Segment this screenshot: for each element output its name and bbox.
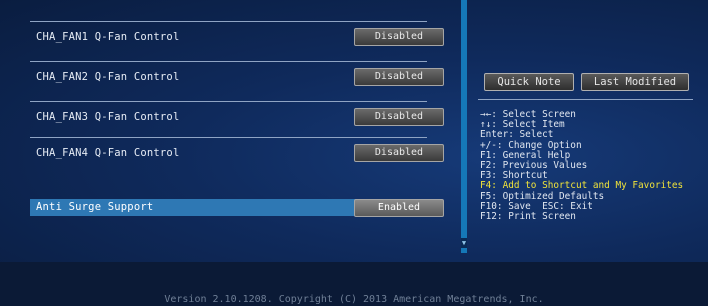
setting-row-cha-fan2[interactable]: CHA_FAN2 Q-Fan Control Disabled — [30, 61, 444, 101]
divider — [478, 99, 693, 100]
cha-fan1-value-button[interactable]: Disabled — [354, 28, 444, 46]
divider — [30, 137, 427, 138]
bios-main-panel: CHA_FAN1 Q-Fan Control Disabled CHA_FAN2… — [0, 0, 708, 262]
setting-row-cha-fan3[interactable]: CHA_FAN3 Q-Fan Control Disabled — [30, 101, 444, 141]
divider — [30, 101, 427, 102]
cha-fan2-value-button[interactable]: Disabled — [354, 68, 444, 86]
setting-row-cha-fan4[interactable]: CHA_FAN4 Q-Fan Control Disabled — [30, 137, 444, 177]
scroll-down-arrow-icon[interactable]: ▼ — [461, 238, 467, 248]
version-text: Version 2.10.1208. Copyright (C) 2013 Am… — [164, 294, 544, 305]
setting-label: CHA_FAN1 Q-Fan Control — [36, 31, 180, 43]
quick-note-button[interactable]: Quick Note — [484, 73, 574, 91]
setting-row-anti-surge[interactable]: Anti Surge Support Enabled — [30, 199, 444, 217]
setting-label: CHA_FAN2 Q-Fan Control — [36, 71, 180, 83]
footer: Version 2.10.1208. Copyright (C) 2013 Am… — [0, 262, 708, 306]
cha-fan4-value-button[interactable]: Disabled — [354, 144, 444, 162]
help-panel: →←: Select Screen ↑↓: Select Item Enter:… — [480, 109, 683, 223]
help-line: F12: Print Screen — [480, 211, 576, 223]
cha-fan3-value-button[interactable]: Disabled — [354, 108, 444, 126]
divider — [30, 21, 427, 22]
setting-label: CHA_FAN3 Q-Fan Control — [36, 111, 180, 123]
setting-row-cha-fan1[interactable]: CHA_FAN1 Q-Fan Control Disabled — [30, 21, 444, 61]
setting-label: Anti Surge Support — [36, 201, 154, 213]
scrollbar[interactable] — [461, 0, 467, 253]
divider — [30, 61, 427, 62]
setting-label: CHA_FAN4 Q-Fan Control — [36, 147, 180, 159]
last-modified-button[interactable]: Last Modified — [581, 73, 689, 91]
anti-surge-value-button[interactable]: Enabled — [354, 199, 444, 217]
